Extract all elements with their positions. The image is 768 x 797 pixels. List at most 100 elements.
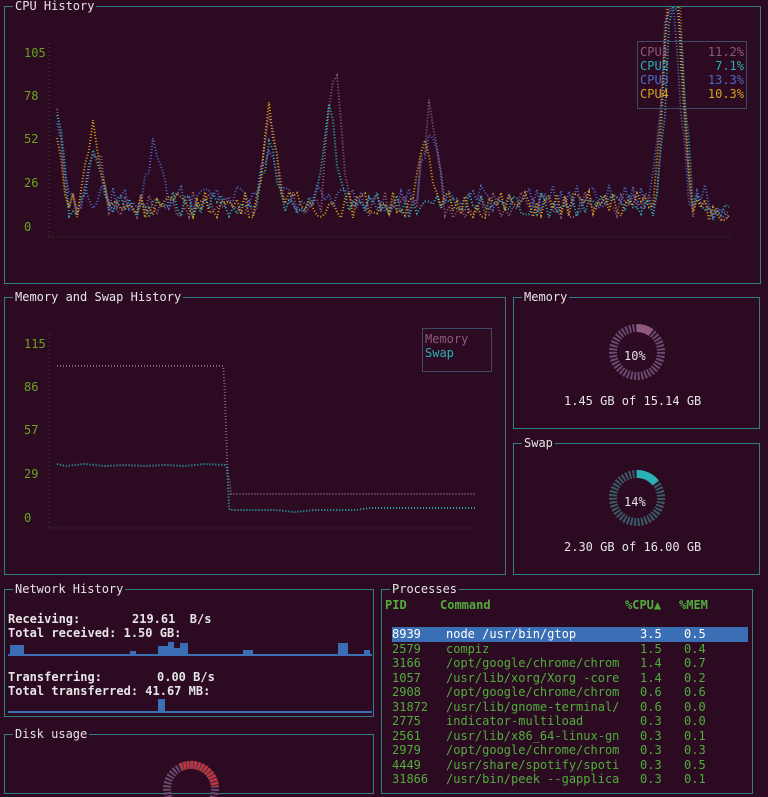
cpu-y-tick: 52: [24, 132, 38, 146]
network-history-title: Network History: [13, 582, 126, 596]
process-command: /usr/lib/x86_64-linux-gn: [446, 728, 620, 743]
cpu-legend-item: CPU4 10.3%: [638, 87, 746, 101]
process-mem: 0.3: [684, 743, 706, 757]
process-row[interactable]: 2561/usr/lib/x86_64-linux-gn 0.3 0.1: [392, 729, 748, 744]
mem-y-tick: 115: [24, 337, 46, 351]
process-pid: 3166: [392, 656, 421, 670]
receiving-value: 219.61 B/s: [132, 612, 212, 626]
process-command: indicator-multiload: [446, 714, 584, 728]
cpu-header[interactable]: %CPU▲: [625, 598, 679, 612]
process-command: /opt/google/chrome/chrom: [446, 743, 620, 757]
pid-header[interactable]: PID: [385, 598, 440, 612]
process-cpu: 0.3: [640, 743, 662, 757]
transferring-sparkline: [8, 699, 372, 713]
process-mem: 0.4: [684, 641, 706, 656]
cpu-legend-item: CPU3 13.3%: [638, 73, 746, 87]
mem-y-tick: 86: [24, 380, 38, 394]
processes-panel: Processes PID Command %CPU▲ %MEM 8939 nod…: [381, 582, 753, 794]
process-row[interactable]: 2908/opt/google/chrome/chrom 0.6 0.6: [392, 685, 748, 700]
process-mem: 0.5: [684, 757, 706, 772]
cpu-series-line: [56, 7, 730, 222]
process-cpu: 0.3: [640, 772, 662, 786]
cpu-series-line: [56, 7, 730, 224]
process-row[interactable]: 2979/opt/google/chrome/chrom 0.3 0.3: [392, 743, 748, 758]
process-pid: 2579: [392, 641, 421, 656]
process-mem: 0.5: [684, 627, 706, 641]
total-transferred: Total transferred: 41.67 MB:: [8, 684, 211, 698]
processes-title: Processes: [390, 582, 460, 596]
process-row[interactable]: 2775 indicator-multiload 0.3 0.0: [392, 714, 748, 729]
process-row[interactable]: 31872/usr/lib/gnome-terminal/0.6 0.0: [392, 700, 748, 715]
process-command: compiz: [446, 641, 490, 656]
cpu-legend-label: CPU4: [640, 87, 669, 101]
transferring-value: 0.00 B/s: [157, 670, 215, 684]
disk-donut: [163, 760, 219, 797]
swap-summary: 2.30 GB of 16.00 GB: [564, 540, 702, 554]
transferring-label: Transferring:: [8, 670, 102, 684]
cpu-y-tick: 105: [24, 46, 46, 60]
mem-y-tick: 29: [24, 467, 38, 481]
cpu-y-tick: 78: [24, 89, 38, 103]
process-mem: 0.2: [684, 670, 706, 685]
process-row[interactable]: 31866/usr/bin/peek --gapplica 0.3 0.1: [392, 772, 748, 787]
process-command: /usr/share/spotify/spoti: [446, 757, 620, 772]
swap-percent: 14%: [624, 495, 646, 509]
process-list[interactable]: 8939 node /usr/bin/gtop 3.5 0.5 2579 compiz 1.…: [392, 627, 748, 787]
network-history-panel: Network History Receiving: 219.61 B/s To…: [4, 582, 374, 717]
process-pid: 31866: [392, 772, 429, 786]
process-cpu: 1.5: [640, 641, 662, 656]
swap-title: Swap: [522, 436, 555, 450]
mem-legend-item: Swap: [425, 346, 454, 360]
process-row[interactable]: 2579 compiz 1.5 0.4: [392, 642, 748, 657]
cpu-history-panel: CPU History 105 78 52 26 0 CPU1 11.2% CPU2 7.1%…: [4, 0, 761, 284]
process-pid: 4449: [392, 757, 421, 772]
disk-usage-title: Disk usage: [13, 727, 90, 741]
cpu-legend-label: CPU2: [640, 59, 669, 73]
process-row[interactable]: 3166/opt/google/chrome/chrom 1.4 0.7: [392, 656, 748, 671]
process-row[interactable]: 8939 node /usr/bin/gtop 3.5 0.5: [392, 627, 748, 642]
memory-summary: 1.45 GB of 15.14 GB: [564, 394, 702, 408]
process-mem: 0.7: [684, 656, 706, 670]
cpu-legend-value: 10.3%: [707, 87, 744, 101]
process-cpu: 3.5: [640, 627, 662, 641]
process-cpu: 0.3: [640, 728, 662, 743]
cpu-legend-value: 13.3%: [707, 73, 744, 87]
receiving-sparkline: [8, 642, 372, 656]
process-mem: 0.0: [684, 699, 706, 714]
process-pid: 1057: [392, 670, 421, 685]
cpu-legend-value: 7.1%: [715, 59, 744, 73]
process-mem: 0.1: [684, 728, 706, 743]
memory-swap-history-panel: Memory and Swap History 115 86 57 29 0 Memor…: [4, 290, 506, 575]
process-pid: 2775: [392, 714, 421, 728]
mem-y-tick: 0: [24, 511, 31, 525]
command-header[interactable]: Command: [440, 598, 625, 612]
memory-percent: 10%: [624, 349, 646, 363]
mem-legend-item: Memory: [425, 332, 469, 346]
process-cpu: 0.6: [640, 699, 662, 714]
swap-panel: Swap 14% 2.30 GB of 16.00 GB: [513, 436, 760, 575]
process-cpu: 0.3: [640, 714, 662, 728]
cpu-y-tick: 26: [24, 176, 38, 190]
process-mem: 0.0: [684, 714, 706, 728]
process-mem: 0.6: [684, 685, 706, 699]
process-cpu: 1.4: [640, 670, 662, 685]
process-row[interactable]: 4449/usr/share/spotify/spoti 0.3 0.5: [392, 758, 748, 773]
mem-header[interactable]: %MEM: [679, 598, 729, 612]
processes-header: PID Command %CPU▲ %MEM: [385, 598, 729, 612]
mem-y-tick: 57: [24, 423, 38, 437]
process-pid: 31872: [392, 699, 429, 714]
cpu-y-tick: 0: [24, 220, 31, 234]
process-row[interactable]: 1057/usr/lib/xorg/Xorg -core 1.4 0.2: [392, 671, 748, 686]
process-pid: 2908: [392, 685, 421, 699]
cpu-legend-item: CPU2 7.1%: [638, 59, 746, 73]
process-command: /usr/lib/xorg/Xorg -core: [446, 670, 620, 685]
cpu-legend-label: CPU3: [640, 73, 669, 87]
cpu-legend: CPU1 11.2% CPU2 7.1% CPU3 13.3% CPU4 10.3%: [637, 41, 747, 109]
process-cpu: 1.4: [640, 656, 662, 670]
process-command: /opt/google/chrome/chrom: [446, 685, 620, 699]
process-command: /usr/bin/peek --gapplica: [446, 772, 620, 786]
process-pid: 2561: [392, 728, 421, 743]
process-command: /opt/google/chrome/chrom: [446, 656, 620, 670]
process-command: node /usr/bin/gtop: [446, 627, 577, 641]
process-mem: 0.1: [684, 772, 706, 786]
